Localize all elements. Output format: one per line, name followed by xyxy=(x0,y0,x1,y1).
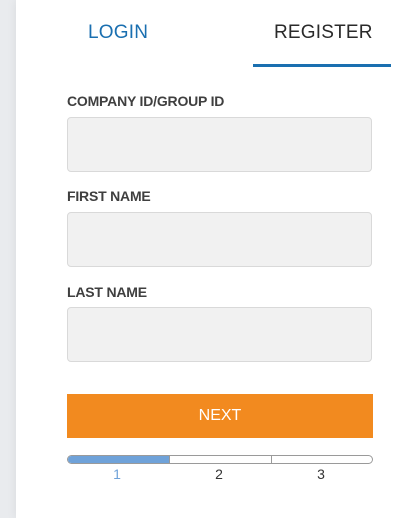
step-progress-bar xyxy=(67,455,373,464)
tab-register[interactable]: REGISTER xyxy=(274,22,373,44)
last-name-label: LAST NAME xyxy=(67,284,147,300)
registration-card: LOGIN REGISTER COMPANY ID/GROUP ID FIRST… xyxy=(16,0,409,518)
first-name-input[interactable] xyxy=(67,212,372,267)
active-tab-indicator xyxy=(253,64,391,67)
first-name-label: FIRST NAME xyxy=(67,188,151,204)
company-id-label: COMPANY ID/GROUP ID xyxy=(67,93,225,109)
step-3-label: 3 xyxy=(317,466,325,482)
next-button[interactable]: NEXT xyxy=(67,394,373,438)
step-divider xyxy=(271,456,272,463)
step-progress-fill xyxy=(68,456,170,463)
auth-tabs: LOGIN REGISTER xyxy=(16,0,409,70)
step-2-label: 2 xyxy=(215,466,223,482)
company-id-input[interactable] xyxy=(67,117,372,172)
tab-login[interactable]: LOGIN xyxy=(88,22,148,44)
step-divider xyxy=(169,456,170,463)
step-1-label: 1 xyxy=(113,466,121,482)
last-name-input[interactable] xyxy=(67,307,372,362)
